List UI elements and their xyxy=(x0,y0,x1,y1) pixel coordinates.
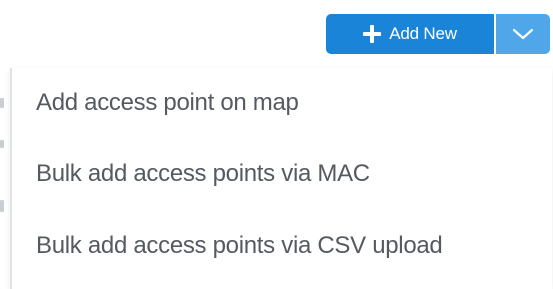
menu-item-add-on-map[interactable]: Add access point on map xyxy=(12,68,552,138)
menu-item-bulk-add-mac[interactable]: Bulk add access points via MAC xyxy=(12,138,552,210)
background-fragment xyxy=(0,200,4,212)
plus-icon xyxy=(363,25,382,43)
add-new-dropdown-menu: Add access point on map Bulk add access … xyxy=(10,68,552,289)
menu-item-label: Bulk add access points via CSV upload xyxy=(36,232,443,259)
add-new-dropdown-toggle[interactable] xyxy=(496,14,550,54)
add-new-button[interactable]: Add New xyxy=(326,14,494,54)
menu-item-bulk-add-csv[interactable]: Bulk add access points via CSV upload xyxy=(12,210,552,282)
add-new-split-button: Add New xyxy=(326,14,550,54)
page: Add New Add access point on map Bulk add… xyxy=(0,0,553,289)
background-fragment xyxy=(0,140,4,148)
menu-item-label: Bulk add access points via MAC xyxy=(36,160,370,187)
menu-item-label: Add access point on map xyxy=(36,89,299,116)
add-new-label: Add New xyxy=(389,24,457,43)
background-fragment xyxy=(0,98,4,108)
chevron-down-icon xyxy=(512,28,534,40)
